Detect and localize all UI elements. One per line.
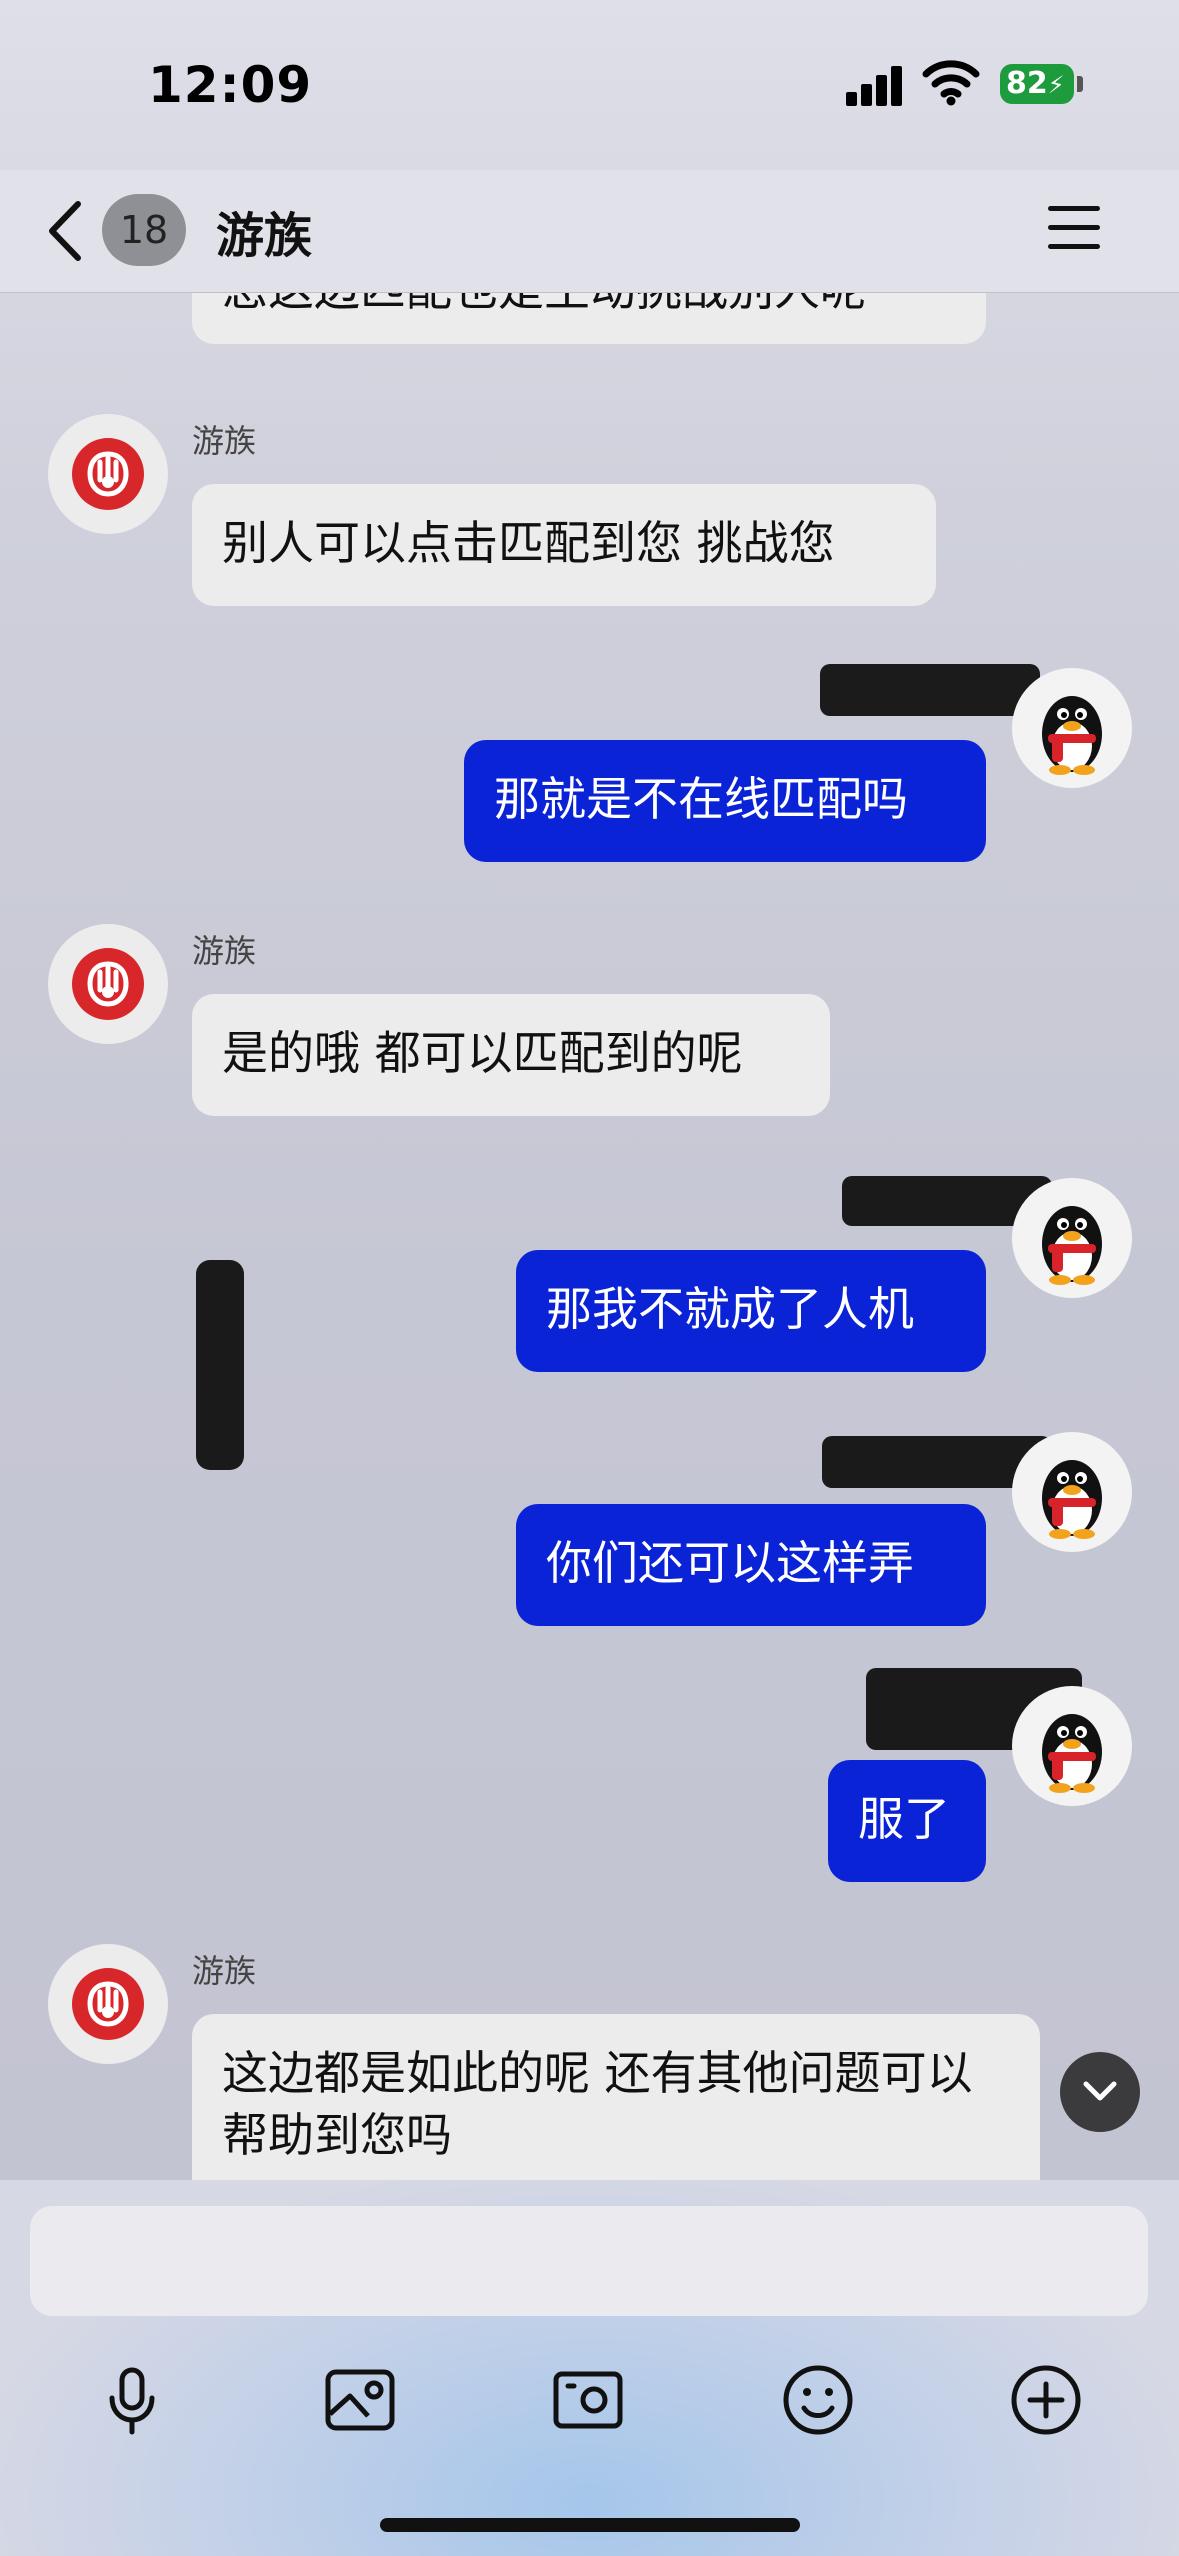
message-text: 那我不就成了人机 [546, 1282, 914, 1336]
chevron-down-icon [1083, 2081, 1117, 2101]
message-text: 这边都是如此的呢 还有其他问题可以帮助到您吗 [222, 2046, 973, 2162]
avatar-self[interactable] [1012, 668, 1132, 788]
status-time: 12:09 [148, 56, 313, 114]
unread-count-badge[interactable]: 18 [102, 194, 186, 266]
chat-header: 18 游族 [0, 170, 1179, 293]
menu-icon[interactable] [1048, 204, 1100, 252]
avatar-self[interactable] [1012, 1178, 1132, 1298]
input-panel [0, 2180, 1179, 2556]
charging-icon: ⚡ [1047, 71, 1065, 99]
sender-name: 游族 [192, 1952, 257, 1990]
avatar-self[interactable] [1012, 1432, 1132, 1552]
penguin-avatar-icon [1042, 1206, 1102, 1285]
back-chevron-icon[interactable] [42, 198, 92, 264]
sender-name: 游族 [192, 422, 257, 460]
penguin-avatar-icon [1042, 696, 1102, 775]
battery-cap [1077, 76, 1083, 92]
message-text: 是的哦 都可以匹配到的呢 [222, 1026, 743, 1080]
message-bubble-incoming[interactable]: 是的哦 都可以匹配到的呢 [192, 994, 830, 1116]
redacted-nickname [820, 664, 1040, 716]
camera-icon[interactable] [548, 2360, 628, 2440]
avatar-youzu[interactable] [48, 1944, 168, 2064]
message-bubble-outgoing[interactable]: 你们还可以这样弄 [516, 1504, 986, 1626]
chat-title: 游族 [216, 208, 313, 264]
youzu-logo-icon [72, 948, 144, 1020]
avatar-self[interactable] [1012, 1686, 1132, 1806]
message-input[interactable] [30, 2206, 1148, 2316]
message-text: 别人可以点击匹配到您 挑战您 [222, 516, 835, 570]
battery-level: 82 [1006, 66, 1048, 101]
message-list[interactable]: 您这边匹配也是主动挑战别人呢 游族 别人可以点击匹配到您 挑战您 那就是不在线匹… [0, 292, 1179, 2180]
avatar-youzu[interactable] [48, 924, 168, 1044]
emoji-icon[interactable] [778, 2360, 858, 2440]
signal-icon [846, 64, 904, 106]
plus-icon[interactable] [1006, 2360, 1086, 2440]
avatar-youzu[interactable] [48, 414, 168, 534]
status-bar: 12:09 82⚡ [0, 0, 1179, 170]
message-bubble-outgoing[interactable]: 那我不就成了人机 [516, 1250, 986, 1372]
message-text: 您这边匹配也是主动挑战别人呢 [222, 292, 866, 316]
wifi-icon [922, 60, 980, 106]
battery-indicator: 82⚡ [1000, 64, 1074, 104]
scroll-to-bottom-button[interactable] [1060, 2052, 1140, 2132]
sender-name: 游族 [192, 932, 257, 970]
youzu-logo-icon [72, 438, 144, 510]
message-bubble-outgoing[interactable]: 那就是不在线匹配吗 [464, 740, 986, 862]
message-text: 服了 [858, 1792, 950, 1846]
message-bubble-incoming[interactable]: 您这边匹配也是主动挑战别人呢 [192, 292, 986, 344]
penguin-avatar-icon [1042, 1714, 1102, 1793]
home-indicator[interactable] [380, 2518, 800, 2532]
message-text: 那就是不在线匹配吗 [494, 772, 908, 826]
image-icon[interactable] [320, 2360, 400, 2440]
message-text: 你们还可以这样弄 [546, 1536, 914, 1590]
redacted-mark [196, 1260, 244, 1470]
youzu-logo-icon [72, 1968, 144, 2040]
message-bubble-outgoing[interactable]: 服了 [828, 1760, 986, 1882]
message-bubble-incoming[interactable]: 这边都是如此的呢 还有其他问题可以帮助到您吗 [192, 2014, 1040, 2180]
microphone-icon[interactable] [92, 2360, 172, 2440]
penguin-avatar-icon [1042, 1460, 1102, 1539]
message-bubble-incoming[interactable]: 别人可以点击匹配到您 挑战您 [192, 484, 936, 606]
